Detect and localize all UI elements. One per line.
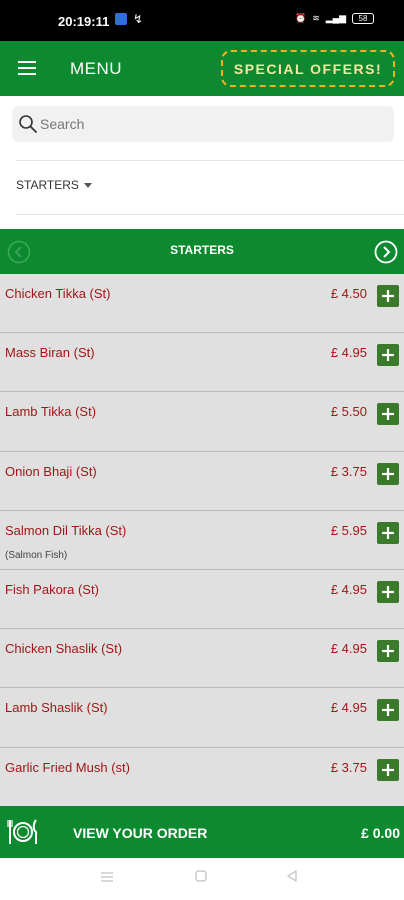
search-icon — [19, 115, 37, 133]
view-order-button[interactable]: VIEW YOUR ORDER £ 0.00 — [0, 806, 404, 858]
add-item-button[interactable] — [377, 521, 399, 544]
item-price: £ 4.95 — [330, 641, 367, 657]
item-name: Lamb Shaslik (St) — [5, 700, 108, 716]
menu-item[interactable]: Lamb Tikka (St) £ 5.50 — [0, 392, 404, 452]
item-price: £ 3.75 — [330, 463, 367, 479]
order-total: £ 0.00 — [361, 825, 400, 841]
item-price: £ 5.50 — [330, 404, 367, 420]
item-name: Lamb Tikka (St) — [5, 404, 97, 420]
menu-item[interactable]: Fish Pakora (St) £ 4.95 — [0, 570, 404, 630]
wifi-icon: ≋ — [312, 13, 320, 23]
item-price: £ 3.75 — [330, 759, 367, 775]
special-offers-button[interactable]: SPECIAL OFFERS! — [221, 50, 395, 87]
section-title: STARTERS — [170, 243, 234, 257]
add-item-button[interactable] — [377, 758, 399, 781]
item-price: £ 4.50 — [330, 286, 367, 301]
add-item-button[interactable] — [377, 285, 399, 307]
category-dropdown[interactable]: STARTERS — [16, 178, 92, 192]
recents-icon[interactable] — [101, 871, 113, 883]
plate-cutlery-icon — [7, 819, 37, 844]
home-icon[interactable] — [195, 870, 207, 882]
search-input[interactable] — [40, 106, 380, 142]
back-icon[interactable] — [286, 870, 298, 882]
item-name: Chicken Tikka (St) — [5, 286, 111, 301]
divider — [16, 214, 404, 215]
item-note: (Salmon Fish) — [5, 549, 68, 561]
item-price: £ 5.95 — [330, 522, 367, 538]
divider — [16, 160, 404, 161]
status-time: 20:19:11 — [58, 14, 110, 29]
order-label: VIEW YOUR ORDER — [73, 825, 208, 841]
item-price: £ 4.95 — [330, 700, 367, 716]
signal-icon: ▂▄▆ — [325, 13, 346, 23]
plus-icon — [382, 585, 394, 598]
chevron-right-icon[interactable] — [374, 240, 398, 264]
section-header: STARTERS — [0, 229, 404, 274]
caret-down-icon — [83, 182, 92, 188]
item-name: Onion Bhaji (St) — [5, 463, 97, 479]
item-name: Salmon Dil Tikka (St) — [5, 522, 127, 538]
item-price: £ 4.95 — [330, 345, 367, 361]
status-left-icons: ↯ — [115, 13, 143, 25]
add-item-button[interactable] — [377, 699, 399, 722]
status-bar: 20:19:11 ↯ ⏰ ≋ ▂▄▆ 58 — [0, 0, 404, 41]
alarm-icon: ⏰ — [295, 13, 307, 23]
battery-icon: 58 — [352, 13, 374, 24]
plus-icon — [382, 704, 394, 717]
plus-icon — [382, 349, 394, 362]
menu-item[interactable]: Onion Bhaji (St) £ 3.75 — [0, 452, 404, 511]
menu-item-list: Chicken Tikka (St) £ 4.50 Mass Biran (St… — [0, 274, 404, 806]
plus-icon — [382, 763, 394, 776]
item-name: Fish Pakora (St) — [5, 581, 99, 597]
page-title: MENU — [70, 59, 123, 78]
menu-item[interactable]: Mass Biran (St) £ 4.95 — [0, 333, 404, 393]
add-item-button[interactable] — [377, 344, 399, 367]
menu-item[interactable]: Garlic Fried Mush (st) £ 3.75 — [0, 748, 404, 806]
category-selected: STARTERS — [16, 178, 79, 192]
item-price: £ 4.95 — [330, 581, 367, 597]
item-name: Chicken Shaslik (St) — [5, 641, 123, 657]
menu-item[interactable]: Chicken Tikka (St) £ 4.50 — [0, 274, 404, 334]
add-item-button[interactable] — [377, 462, 399, 485]
plus-icon — [382, 526, 394, 539]
plus-icon — [382, 467, 394, 480]
notification-sync-icon: ↯ — [133, 12, 144, 26]
item-name: Garlic Fried Mush (st) — [5, 759, 130, 775]
search-bar[interactable] — [12, 106, 394, 142]
add-item-button[interactable] — [377, 403, 399, 426]
hamburger-icon[interactable] — [18, 61, 36, 75]
app-bar: MENU SPECIAL OFFERS! — [0, 41, 404, 96]
menu-item[interactable]: Chicken Shaslik (St) £ 4.95 — [0, 629, 404, 689]
add-item-button[interactable] — [377, 580, 399, 603]
add-item-button[interactable] — [377, 640, 399, 663]
menu-item[interactable]: Lamb Shaslik (St) £ 4.95 — [0, 688, 404, 748]
plus-icon — [382, 408, 394, 421]
status-right-icons: ⏰ ≋ ▂▄▆ 58 — [295, 13, 374, 24]
plus-icon — [382, 645, 394, 658]
system-nav-bar — [0, 858, 404, 900]
notification-app-icon — [115, 13, 127, 25]
plus-icon — [382, 290, 394, 302]
menu-item[interactable]: Salmon Dil Tikka (St) (Salmon Fish) £ 5.… — [0, 511, 404, 570]
item-name: Mass Biran (St) — [5, 345, 95, 361]
